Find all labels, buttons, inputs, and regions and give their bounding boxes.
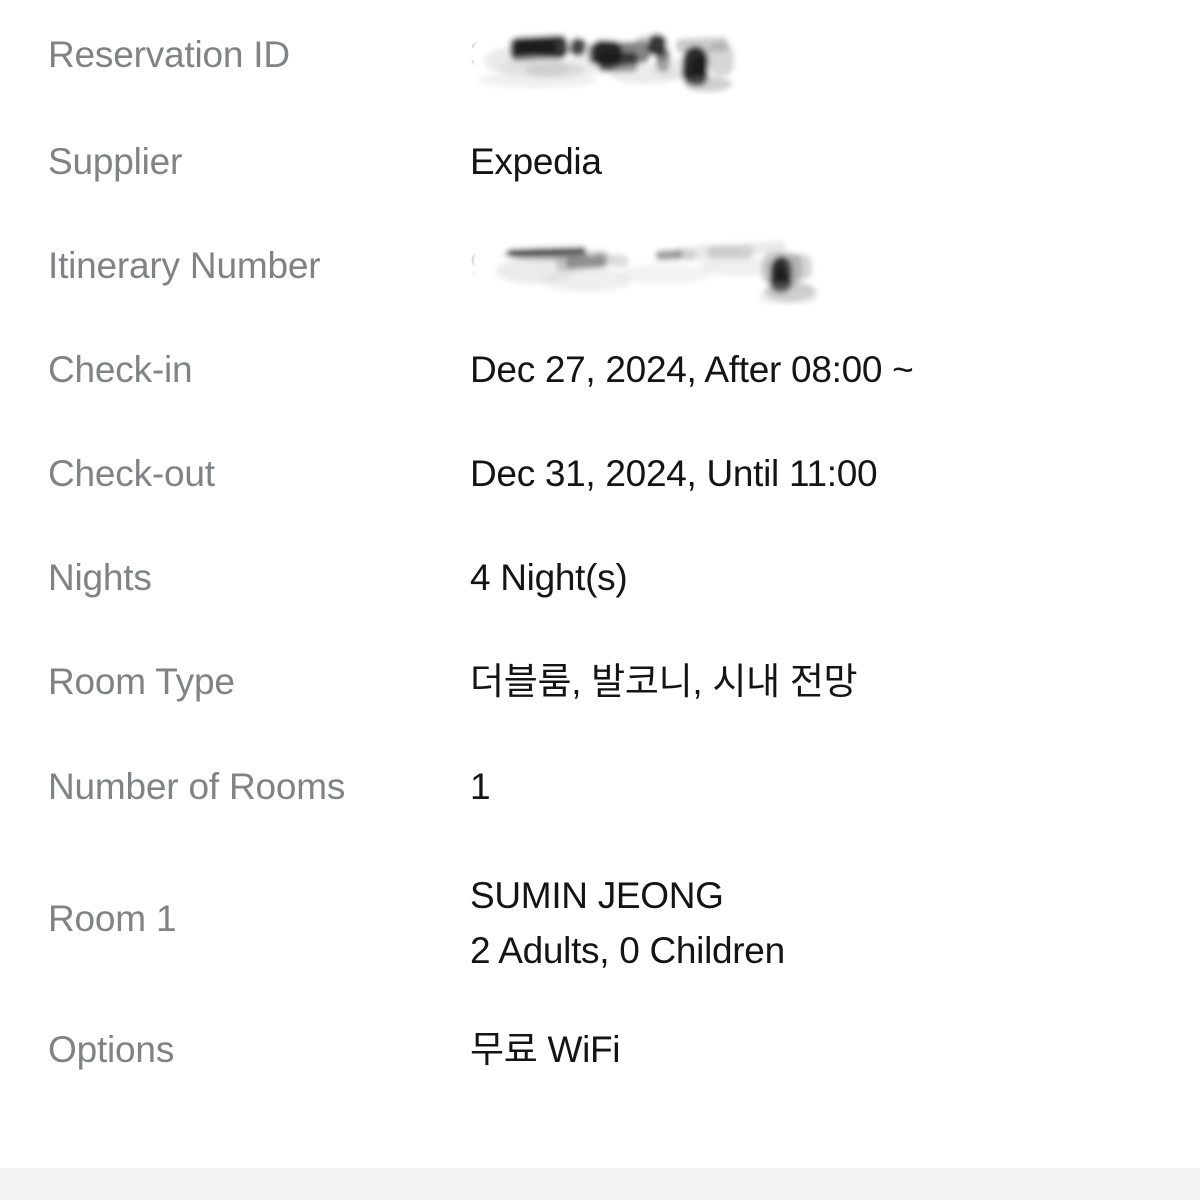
row-value-check_out: Dec 31, 2024, Until 11:00 (470, 453, 878, 494)
row-value-room_1: SUMIN JEONG 2 Adults, 0 Children (470, 868, 1170, 978)
row-value-check_in: Dec 27, 2024, After 08:00 ~ (470, 349, 914, 390)
row-label-reservation_id: Reservation ID (48, 34, 290, 75)
row-label-nights: Nights (48, 557, 152, 598)
row-value-reservation_id-redacted: 36 (470, 28, 750, 94)
bottom-bar (0, 1168, 1200, 1200)
redaction-smudge-icon (470, 236, 845, 306)
row-value-supplier: Expedia (470, 141, 602, 182)
row-value-room_type: 더블룸, 발코니, 시내 전망 (470, 661, 858, 702)
row-value-room_1-line-2: 2 Adults, 0 Children (470, 930, 785, 971)
row-label-options: Options (48, 1029, 175, 1070)
row-label-number_of_rooms: Number of Rooms (48, 766, 346, 807)
row-label-room_1: Room 1 (48, 898, 177, 939)
row-value-room_1-line-1: SUMIN JEONG (470, 875, 724, 916)
row-label-check_out: Check-out (48, 453, 215, 494)
redaction-smudge-icon (470, 28, 750, 94)
reservation-details-panel: Reservation ID 36 Supplier Expedia Itinerary… (0, 0, 1200, 1168)
row-label-itinerary_number: Itinerary Number (48, 245, 321, 286)
row-label-check_in: Check-in (48, 349, 193, 390)
row-value-itinerary_number-redacted: 9 (470, 236, 845, 306)
row-label-supplier: Supplier (48, 141, 183, 182)
row-label-room_type: Room Type (48, 661, 235, 702)
row-value-nights: 4 Night(s) (470, 557, 628, 598)
row-value-options: 무료 WiFi (470, 1029, 621, 1070)
row-value-number_of_rooms: 1 (470, 766, 491, 807)
